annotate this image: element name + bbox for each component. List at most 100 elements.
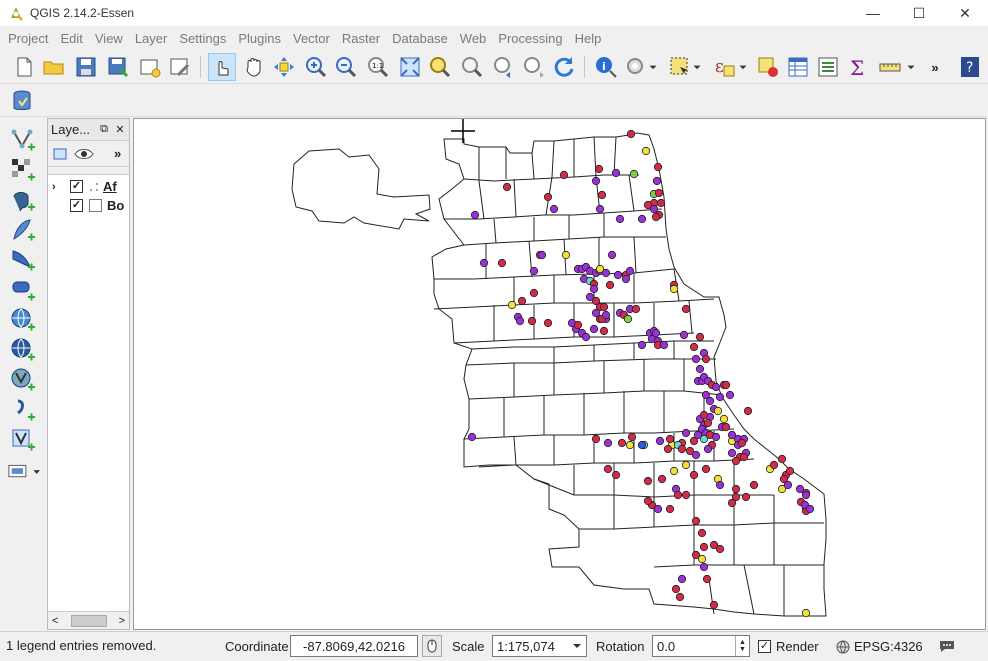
menu-help[interactable]: Help [569, 31, 608, 46]
zoom-native-button[interactable]: 1:1 [364, 53, 392, 81]
save-project-button[interactable] [72, 53, 100, 81]
zoom-to-selection-button[interactable] [426, 53, 454, 81]
select-by-expression-button[interactable]: ε [710, 53, 738, 81]
map-point [731, 456, 741, 466]
rotation-spinbox[interactable]: 0.0 ▲ ▼ [652, 635, 750, 657]
measure-line-button[interactable] [876, 53, 904, 81]
menu-project[interactable]: Project [2, 31, 54, 46]
add-postgis-layer-button[interactable] [9, 186, 37, 214]
scale-combobox[interactable]: 1:175,074 [492, 635, 587, 657]
expand-arrow-icon[interactable]: › [52, 181, 62, 193]
toggle-extents-button[interactable] [422, 635, 442, 657]
add-vector-layer-button[interactable] [9, 126, 37, 154]
zoom-last-button[interactable] [490, 53, 518, 81]
map-canvas[interactable] [133, 118, 986, 630]
new-project-button[interactable] [10, 53, 38, 81]
menu-view[interactable]: View [89, 31, 129, 46]
coordinate-field[interactable]: -87.8069,42.0216 [290, 635, 418, 657]
close-button[interactable]: ✕ [942, 0, 988, 26]
spin-arrows-icon[interactable]: ▲ ▼ [735, 636, 749, 656]
help-button[interactable]: ? [956, 53, 984, 81]
expression-dropdown[interactable] [736, 53, 750, 81]
zoom-full-button[interactable] [396, 53, 424, 81]
close-panel-button[interactable]: ✕ [113, 123, 127, 136]
menu-plugins[interactable]: Plugins [232, 31, 287, 46]
zoom-next-button[interactable] [520, 53, 548, 81]
add-delimited-text-layer-button[interactable] [9, 396, 37, 424]
menu-database[interactable]: Database [386, 31, 454, 46]
scroll-thumb[interactable] [70, 614, 107, 627]
crs-label[interactable]: EPSG:4326 [854, 639, 923, 654]
new-print-composer-button[interactable] [136, 53, 164, 81]
identify-features-button[interactable]: i [592, 53, 620, 81]
layer-visibility-checkbox[interactable]: ✓ [70, 199, 83, 212]
menu-raster[interactable]: Raster [336, 31, 386, 46]
add-wfs-layer-button[interactable] [9, 366, 37, 394]
map-point [699, 562, 709, 572]
deselect-features-button[interactable] [754, 53, 782, 81]
minimize-button[interactable]: — [850, 0, 896, 26]
add-raster-layer-button[interactable] [9, 156, 37, 184]
crs-globe-icon[interactable] [836, 640, 850, 654]
layers-tools-overflow[interactable]: » [114, 146, 121, 161]
pan-map-button[interactable] [240, 53, 268, 81]
map-point [785, 466, 795, 476]
zoom-to-layer-button[interactable] [458, 53, 486, 81]
menu-settings[interactable]: Settings [173, 31, 232, 46]
map-point [702, 574, 712, 584]
maximize-button[interactable]: ☐ [896, 0, 942, 26]
menu-web[interactable]: Web [454, 31, 493, 46]
scroll-right-button[interactable]: > [119, 615, 125, 627]
layer-item[interactable]: › ✓ Af [48, 177, 129, 196]
zoom-out-button[interactable] [332, 53, 360, 81]
add-group-icon[interactable] [52, 146, 68, 162]
map-point [589, 284, 599, 294]
float-panel-button[interactable]: ⧉ [97, 123, 111, 136]
zoom-last-icon [494, 57, 510, 78]
map-point [681, 490, 691, 500]
render-checkbox[interactable]: ✓ [758, 640, 771, 653]
db-manager-button[interactable] [8, 87, 36, 115]
point-layer-icon [90, 182, 98, 191]
menu-processing[interactable]: Processing [492, 31, 568, 46]
map-svg [291, 119, 827, 618]
add-mssql-layer-button[interactable] [9, 246, 37, 274]
menu-vector[interactable]: Vector [287, 31, 336, 46]
map-point [697, 528, 707, 538]
save-as-icon [108, 57, 129, 78]
select-dropdown[interactable] [690, 53, 704, 81]
pan-to-selection-button[interactable] [270, 53, 298, 81]
feature-action-dropdown[interactable] [646, 53, 660, 81]
add-spatialite-layer-button[interactable] [9, 216, 37, 244]
field-calculator-button[interactable] [814, 53, 842, 81]
touch-zoom-pan-button[interactable] [208, 53, 236, 81]
map-point [607, 250, 617, 260]
map-point [613, 270, 623, 280]
menu-layer[interactable]: Layer [129, 31, 174, 46]
add-virtual-layer-button[interactable] [9, 426, 37, 454]
refresh-button[interactable] [550, 53, 578, 81]
new-layer-dropdown-button[interactable] [6, 458, 42, 486]
scroll-left-button[interactable]: < [52, 615, 58, 627]
layer-item[interactable]: ✓ Bo [48, 196, 129, 215]
measure-dropdown[interactable] [904, 53, 918, 81]
raster-layer-icon [12, 159, 35, 181]
map-point [715, 392, 725, 402]
zoom-in-button[interactable] [302, 53, 330, 81]
add-wms-layer-button[interactable] [9, 306, 37, 334]
layer-visibility-checkbox[interactable]: ✓ [70, 180, 83, 193]
add-wcs-layer-button[interactable] [9, 336, 37, 364]
map-point [669, 284, 679, 294]
messages-icon[interactable] [938, 638, 956, 654]
layers-horizontal-scrollbar[interactable]: < > [48, 611, 129, 629]
open-attribute-table-button[interactable] [784, 53, 812, 81]
eye-icon[interactable] [74, 146, 94, 162]
composer-manager-button[interactable] [166, 53, 194, 81]
map-point [769, 460, 779, 470]
statistical-summary-button[interactable]: Σ [844, 53, 872, 81]
toolbar-overflow-button[interactable]: » [926, 53, 944, 81]
add-db2-layer-button[interactable] [9, 276, 37, 304]
menu-edit[interactable]: Edit [54, 31, 88, 46]
save-as-button[interactable] [104, 53, 132, 81]
open-project-button[interactable] [40, 53, 68, 81]
